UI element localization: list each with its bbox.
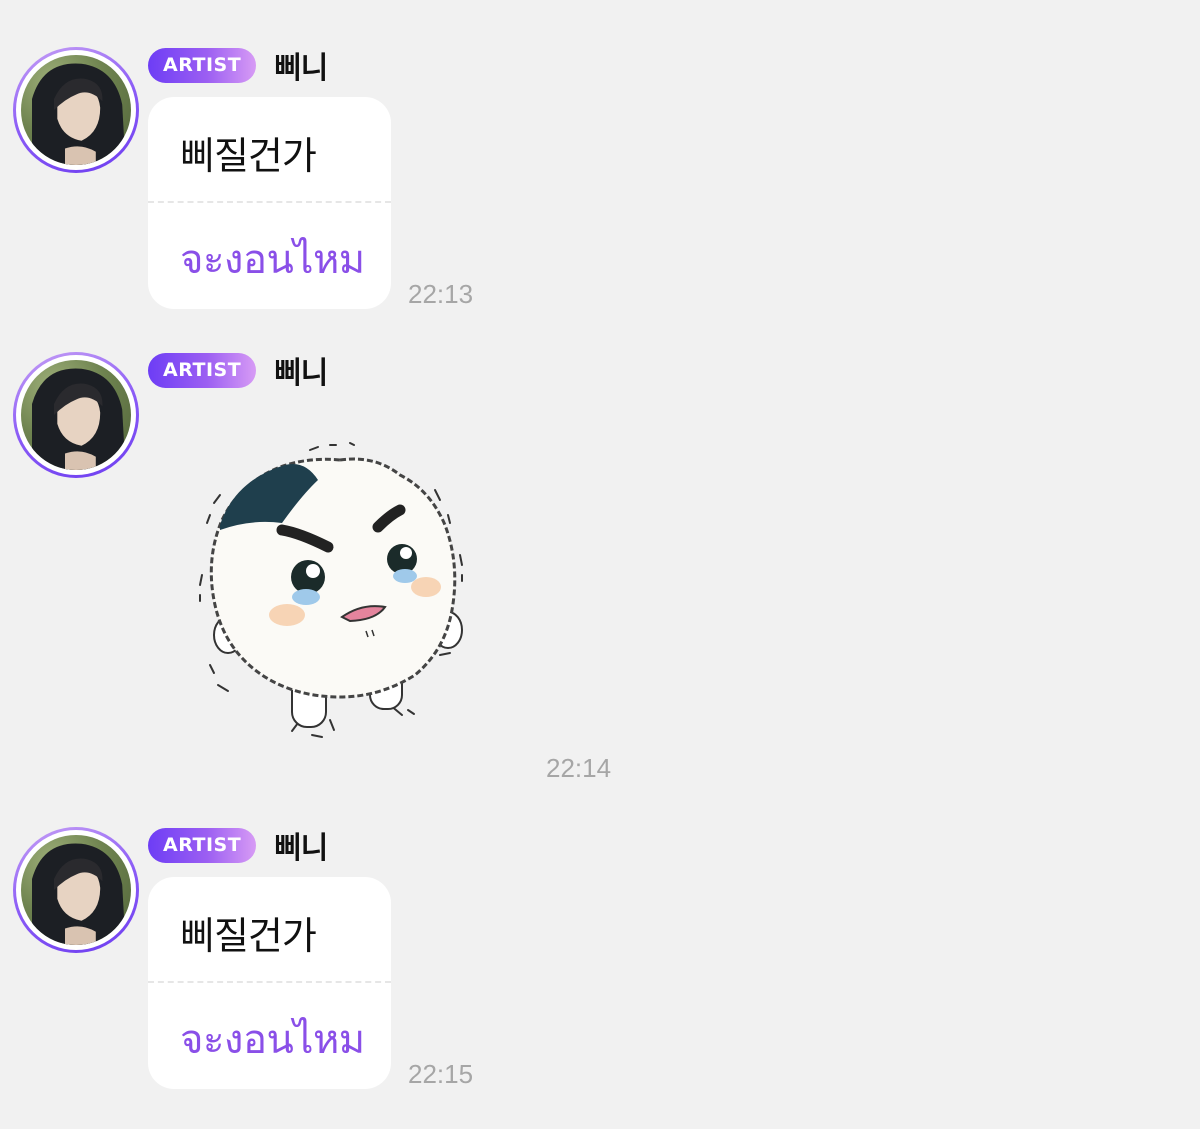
artist-badge: ARTIST xyxy=(148,827,257,863)
message-header: ARTIST 삐니 xyxy=(148,827,328,866)
chat-message: ARTIST 삐니 삐질건가 จะงอนไหม 22:15 xyxy=(0,0,1200,1129)
avatar[interactable] xyxy=(13,827,139,953)
timestamp: 22:15 xyxy=(408,1059,474,1089)
divider xyxy=(148,981,391,983)
translation-text: จะงอนไหม xyxy=(180,1017,365,1063)
sender-name[interactable]: 삐니 xyxy=(274,823,328,867)
message-bubble[interactable]: 삐질건가 จะงอนไหม xyxy=(148,877,391,1089)
message-text: 삐질건가 xyxy=(180,914,317,958)
